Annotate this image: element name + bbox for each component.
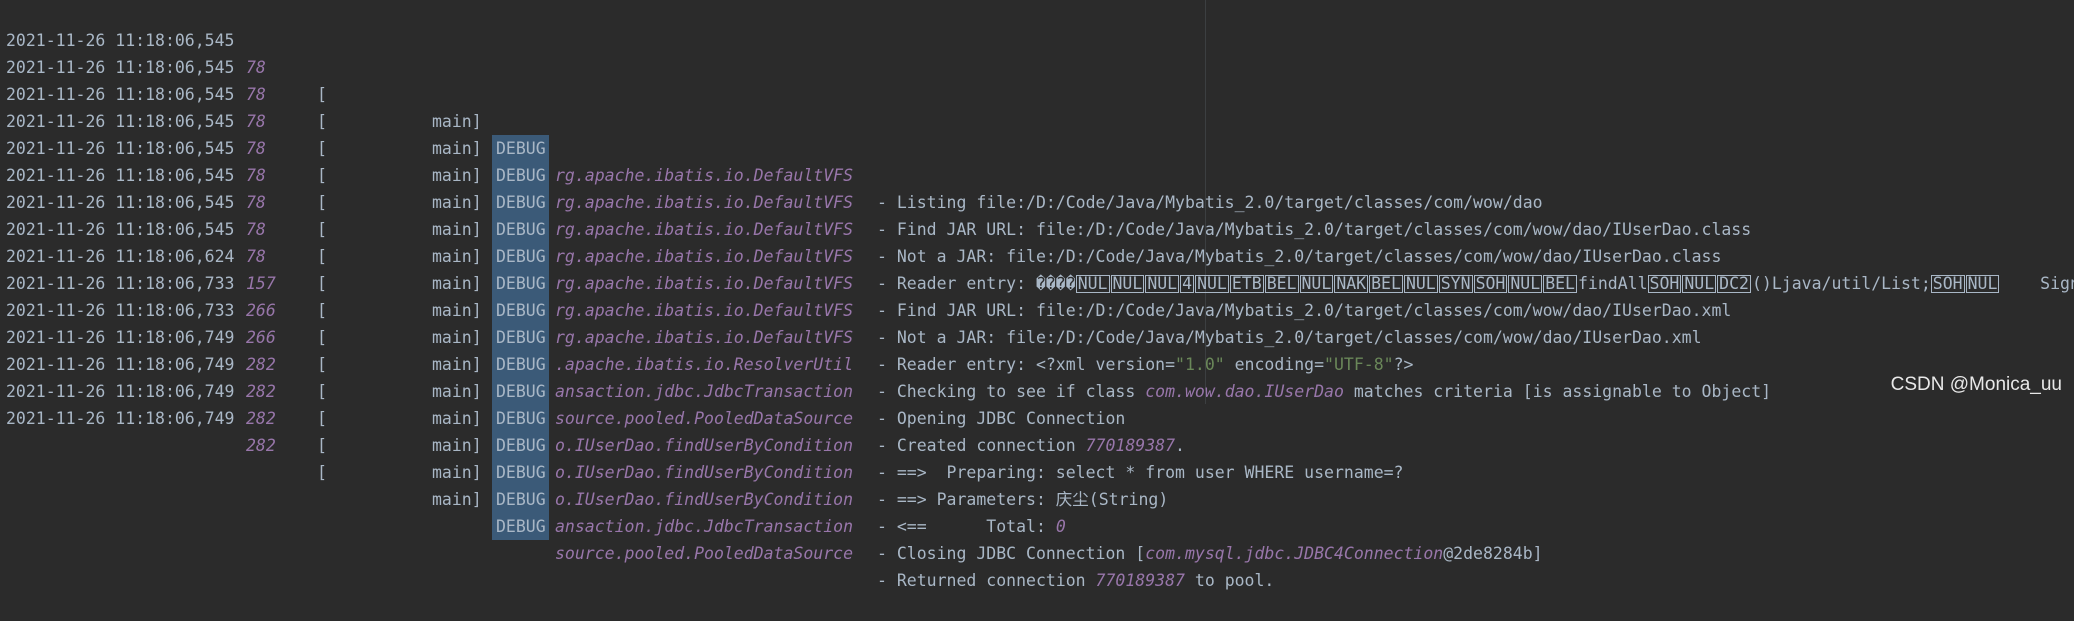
message-part: - Closing JDBC Connection [ [877,544,1146,563]
log-level: DEBUG [492,405,549,432]
log-message: - <== Total: 0 [877,513,1066,540]
log-bracket: [ [317,409,327,428]
log-bracket: [ [317,463,327,482]
console-output: 2021-11-26 11:18:06,545 78 [ main] DEBUG… [0,0,2074,590]
total-count: 0 [1055,517,1066,536]
log-logger[interactable]: source.pooled.PooledDataSource [555,405,853,432]
log-logger[interactable]: ansaction.jdbc.JdbcTransaction [555,513,853,540]
log-message: - Closing JDBC Connection [com.mysql.jdb… [877,540,1543,567]
connection-id: 770189387 [1085,436,1176,455]
log-elapsed-ms: 282 [246,436,276,455]
log-logger[interactable]: source.pooled.PooledDataSource [555,540,853,567]
log-thread: main] [432,436,482,455]
message-part: - Returned connection [877,571,1096,590]
log-line[interactable]: 2021-11-26 11:18:06,545 78 [ main] DEBUG… [0,108,2074,320]
log-message: - Opening JDBC Connection [877,409,1126,428]
log-bracket: [ [317,436,327,455]
log-line[interactable]: 2021-11-26 11:18:06,749 282 [ main] DEBU… [0,351,2074,563]
log-line[interactable]: 2021-11-26 11:18:06,545 78 [ main] DEBUG… [0,0,2074,212]
log-line[interactable]: 2021-11-26 11:18:06,624 157 [ main] DEBU… [0,216,2074,428]
log-elapsed-ms: 282 [246,409,276,428]
message-part: to pool. [1184,571,1275,590]
log-message: - ==> Preparing: select * from user WHER… [877,463,1404,482]
log-message: - Returned connection 770189387 to pool. [877,567,1274,594]
log-logger[interactable]: o.IUserDao.findUserByCondition [555,432,853,459]
log-logger[interactable]: o.IUserDao.findUserByCondition [555,459,853,486]
log-thread: main] [432,463,482,482]
log-line[interactable]: 2021-11-26 11:18:06,545 78 [ main] DEBUG… [0,189,2074,401]
log-level: DEBUG [492,432,549,459]
log-timestamp: 2021-11-26 11:18:06,749 [6,409,235,428]
log-message: - ==> Parameters: 庆尘(String) [877,490,1169,509]
watermark: CSDN @Monica_uu [1890,374,2062,395]
log-logger[interactable]: o.IUserDao.findUserByCondition [555,486,853,513]
log-level: DEBUG [492,486,549,513]
class-name: com.mysql.jdbc.JDBC4Connection [1145,544,1444,563]
log-line[interactable]: 2021-11-26 11:18:06,545 78 [ main] DEBUG… [0,162,2074,374]
log-line[interactable]: 2021-11-26 11:18:06,545 78 [ main] DEBUG… [0,54,2074,266]
log-line[interactable]: 2021-11-26 11:18:06,545 78 [ main] DEBUG… [0,81,2074,293]
log-line[interactable]: 2021-11-26 11:18:06,749 282 [ main] DEBU… [0,297,2074,509]
message-part: . [1175,436,1185,455]
log-message: - Created connection 770189387. [877,432,1185,459]
message-part: @2de8284b] [1443,544,1543,563]
connection-id: 770189387 [1095,571,1185,590]
log-level: DEBUG [492,459,549,486]
log-thread: main] [432,490,482,509]
log-line[interactable]: 2021-11-26 11:18:06,749 282 [ main] DEBU… [0,324,2074,536]
message-part: - <== Total: [877,517,1056,536]
log-line[interactable]: 2021-11-26 11:18:06,733 266 [ main] DEBU… [0,243,2074,455]
log-thread: main] [432,409,482,428]
log-line[interactable]: 2021-11-26 11:18:06,749 282 [ main] DEBU… [0,378,2074,590]
log-line[interactable]: 2021-11-26 11:18:06,545 78 [ main] DEBUG… [0,27,2074,239]
log-line[interactable]: 2021-11-26 11:18:06,545 78 [ main] DEBUG… [0,135,2074,347]
message-part: - Created connection [877,436,1086,455]
log-level: DEBUG [492,513,549,540]
log-line[interactable]: 2021-11-26 11:18:06,733 266 [ main] DEBU… [0,270,2074,482]
